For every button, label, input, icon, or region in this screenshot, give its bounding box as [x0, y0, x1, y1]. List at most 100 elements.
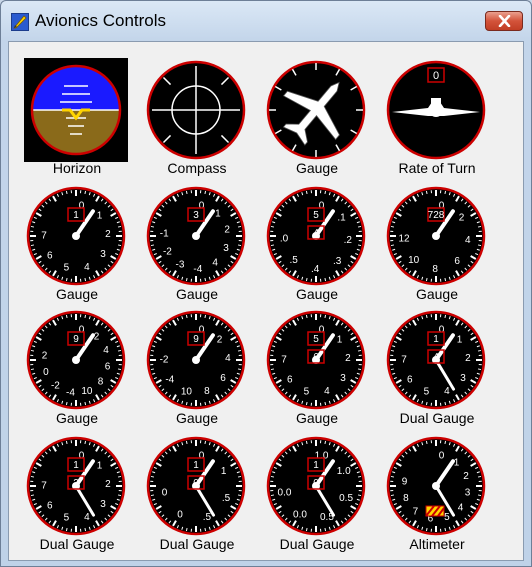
- tick-label: .5: [289, 255, 298, 266]
- close-icon: [498, 15, 511, 27]
- tick-label: 4: [84, 262, 90, 273]
- tick-label: 6: [287, 374, 293, 385]
- tick-label: 1.0: [337, 466, 351, 477]
- tick-label: 0.0: [278, 488, 292, 499]
- tick-label: 2: [459, 213, 465, 224]
- tick-label: 9: [402, 476, 408, 487]
- readout-box: 1: [73, 460, 79, 471]
- readout-box: 3: [193, 210, 199, 221]
- tick-label: 4: [103, 345, 109, 356]
- instrument-1[interactable]: Compass: [135, 48, 259, 176]
- tick-label: 8: [98, 377, 104, 388]
- dial-face: 0123456714: [386, 310, 486, 410]
- tick-label: 6: [220, 373, 226, 384]
- tick-label: 4: [465, 235, 471, 246]
- tick-label: .0: [280, 234, 289, 245]
- tick-label: 4: [444, 386, 450, 397]
- instrument-9[interactable]: 0 2 4 6 8 10 -4 -2 9 Gauge: [135, 298, 259, 426]
- tick-label: 1: [454, 457, 460, 468]
- tick-label: 1: [457, 334, 463, 345]
- app-icon: [11, 13, 29, 31]
- tick-label: -1: [160, 228, 169, 239]
- tick-label: 10: [181, 387, 193, 398]
- tick-label: 5: [64, 513, 70, 524]
- instrument-10[interactable]: 0 1 2 3 4 5 6 7 5 6 Gauge: [255, 298, 379, 426]
- instrument-2[interactable]: Gauge: [255, 48, 379, 176]
- tick-label: 8: [432, 264, 438, 275]
- tick-label: 4: [212, 258, 218, 269]
- instrument-5[interactable]: 0 1 2 3 4 -4 -3 -2 -1 3 Gauge: [135, 174, 259, 302]
- instrument-panel: Horizon Compass Gauge 0 Rate of Turn 0 1 2 3 4 5 6 7…: [8, 41, 524, 561]
- tick-label: 7: [413, 507, 419, 518]
- tick-label: 7: [41, 231, 47, 242]
- instrument-3[interactable]: 0 Rate of Turn: [375, 48, 499, 176]
- instrument-7[interactable]: 0 2 4 6 8 10 12 728 Gauge: [375, 174, 499, 302]
- dial-face: 0246810-4-2029: [26, 310, 126, 410]
- instrument-label: Dual Gauge: [279, 536, 355, 552]
- instrument-0[interactable]: Horizon: [15, 48, 139, 176]
- turn-indicator: 0: [386, 60, 486, 160]
- tick-label: 10: [81, 386, 93, 397]
- readout-box: 4: [313, 228, 319, 239]
- readout-box: 5: [313, 334, 319, 345]
- tick-label: 0: [162, 488, 168, 499]
- tick-label: 2: [42, 350, 48, 361]
- readout-box: 1: [433, 334, 439, 345]
- tick-label: 7: [401, 355, 407, 366]
- tick-label: 6: [407, 374, 413, 385]
- tick-label: 4: [84, 512, 90, 523]
- instrument-4[interactable]: 0 1 2 3 4 5 6 7 1 Gauge: [15, 174, 139, 302]
- tick-label: 6: [454, 256, 460, 267]
- tick-label: -2: [160, 355, 169, 366]
- dial-face: 012345671: [26, 186, 126, 286]
- readout-box: 6: [313, 352, 319, 363]
- tick-label: 3: [465, 488, 471, 499]
- instrument-12[interactable]: 0 1 2 3 4 5 6 7 1 2 Dual Gauge: [15, 424, 139, 552]
- tick-label: .5: [222, 493, 231, 504]
- tick-label: -4: [193, 264, 202, 275]
- tick-label: -4: [66, 388, 75, 399]
- title-bar[interactable]: Avionics Controls: [1, 1, 531, 39]
- instrument-label: Dual Gauge: [159, 536, 235, 552]
- tick-label: 2: [217, 334, 223, 345]
- tick-label: 12: [398, 234, 410, 245]
- tick-label: 2: [224, 225, 230, 236]
- tick-label: 1: [97, 210, 103, 221]
- readout-box: 9: [73, 334, 79, 345]
- tick-label: 6: [105, 362, 111, 373]
- tick-label: 0: [43, 367, 49, 378]
- tick-label: .2: [344, 235, 353, 246]
- tick-label: 6: [47, 250, 53, 261]
- instrument-6[interactable]: 0.1.2.3.4.5.0 5 4 Gauge: [255, 174, 379, 302]
- tick-label: .3: [333, 256, 342, 267]
- readout-box: 5: [313, 210, 319, 221]
- tick-label: 2: [105, 229, 111, 240]
- heading-indicator: [266, 60, 366, 160]
- turn-readout: 0: [433, 70, 439, 82]
- dial-face: 0123456789: [386, 436, 486, 536]
- tick-label: 3: [100, 499, 106, 510]
- tick-label: -2: [51, 381, 60, 392]
- tick-label: 3: [223, 243, 229, 254]
- dial-face: 1.01.00.50.50.00.010: [266, 436, 366, 536]
- tick-label: -2: [163, 246, 172, 257]
- tick-label: 5: [64, 263, 70, 274]
- tick-label: 10: [408, 255, 420, 266]
- dial-face: 01.5.50010: [146, 436, 246, 536]
- instrument-11[interactable]: 0 1 2 3 4 5 6 7 1 4 Dual Gauge: [375, 298, 499, 426]
- tick-label: 0.0: [293, 510, 307, 521]
- instrument-8[interactable]: 0 2 4 6 8 10 -4 -2 0 2 9 Gauge: [15, 298, 139, 426]
- avionics-window: Avionics Controls Horizon Compass Gauge 0 Ra…: [0, 0, 532, 567]
- tick-label: 3: [340, 373, 346, 384]
- close-button[interactable]: [485, 11, 523, 31]
- dial-face: 024681012728: [386, 186, 486, 286]
- tick-label: 2: [463, 471, 469, 482]
- readout-box: 728: [428, 210, 445, 221]
- tick-label: 1: [97, 460, 103, 471]
- instrument-13[interactable]: 0 1.5.5 0 0 1 0 Dual Gauge: [135, 424, 259, 552]
- tick-label: 0: [439, 450, 445, 461]
- tick-label: 3: [460, 373, 466, 384]
- tick-label: 2: [105, 479, 111, 490]
- instrument-14[interactable]: 1.0 1.0 0.5 0.5 0.0 0.0 1 0 Dual Gauge: [255, 424, 379, 552]
- instrument-15[interactable]: 0 1 2 3 4 5 6 7 8 9 Altimeter: [375, 424, 499, 552]
